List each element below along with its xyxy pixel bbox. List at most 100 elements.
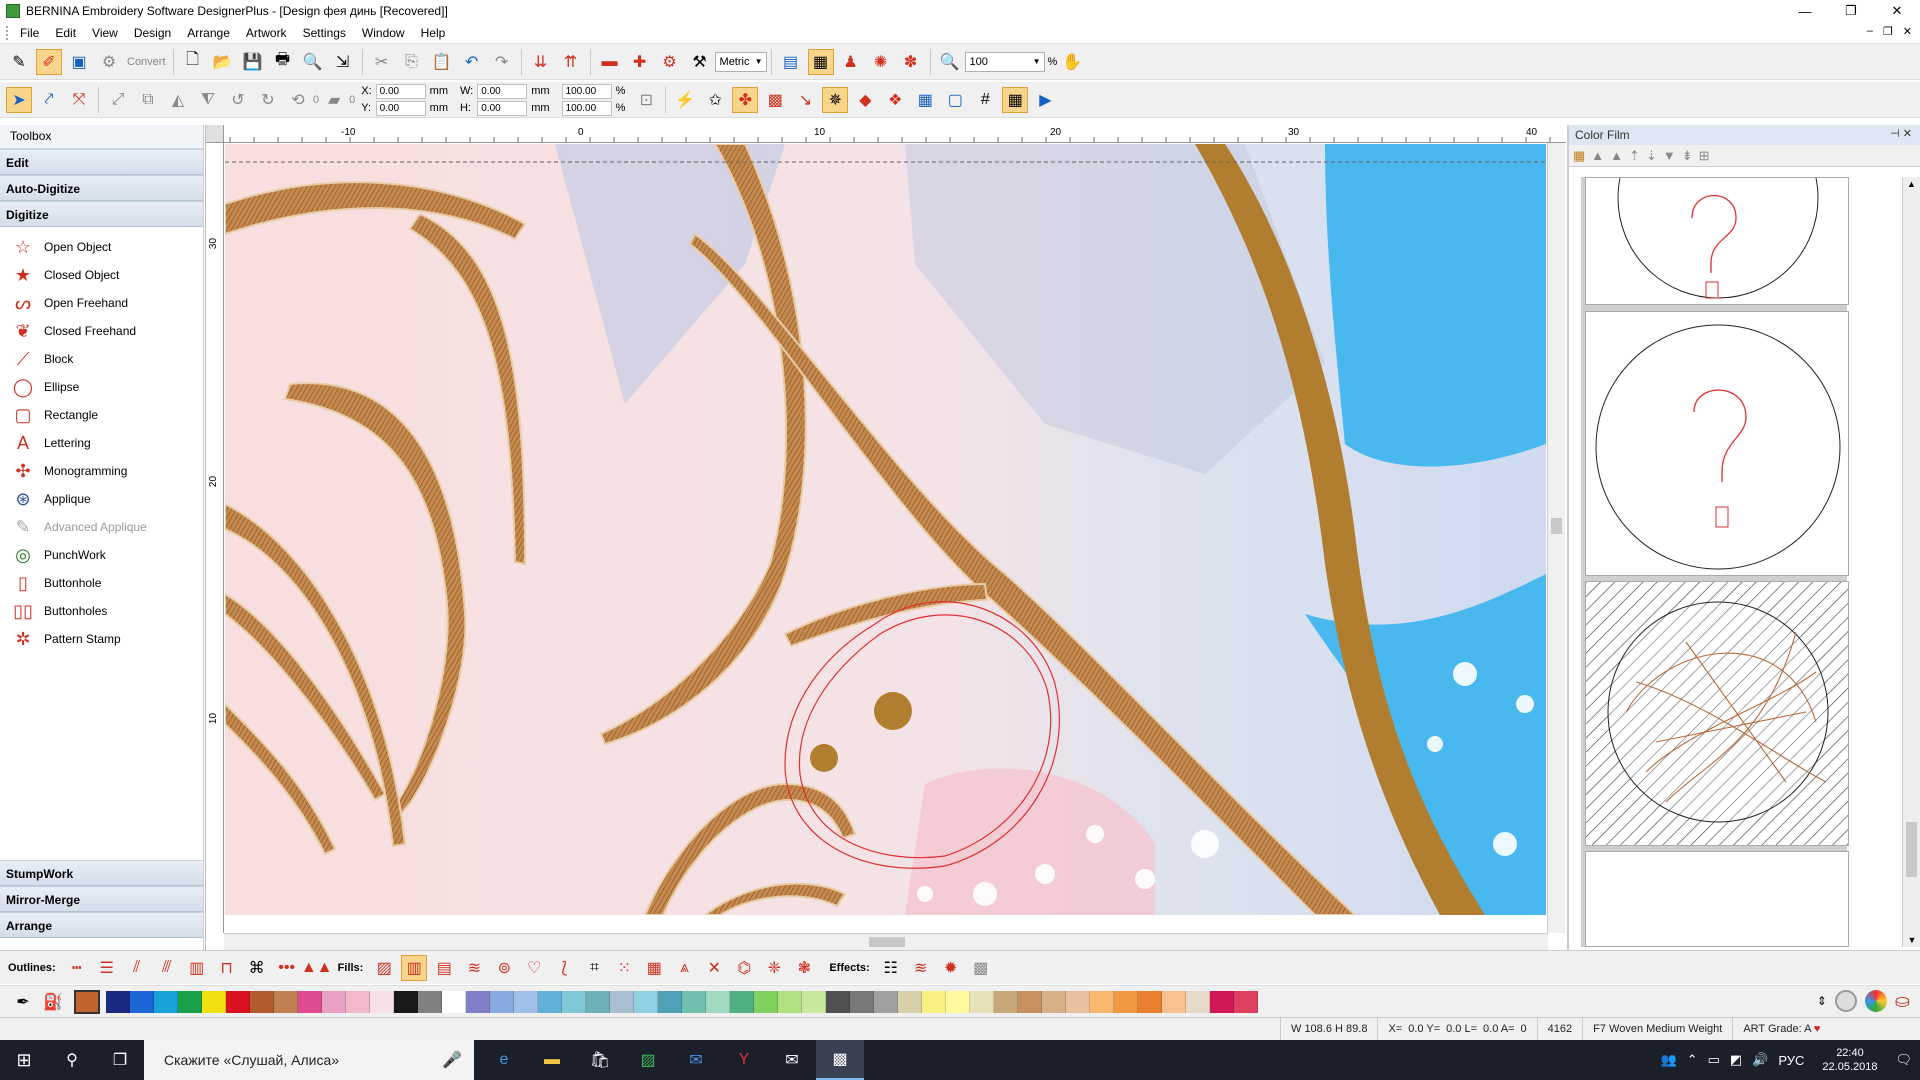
- color-swatch[interactable]: [274, 990, 298, 1013]
- edge-browser-icon[interactable]: e: [480, 1040, 528, 1080]
- copy-icon[interactable]: ⎘: [399, 49, 425, 75]
- skew-value[interactable]: 0: [349, 94, 355, 106]
- color-swatch[interactable]: [730, 990, 754, 1013]
- close-button[interactable]: ✕: [1874, 0, 1920, 22]
- units-select[interactable]: Metric ▼: [714, 51, 767, 72]
- move-down-icon[interactable]: ▼: [1663, 148, 1676, 163]
- color-swatch[interactable]: [178, 990, 202, 1013]
- language-indicator[interactable]: РУС: [1778, 1053, 1804, 1068]
- connector-icon[interactable]: ↘: [792, 87, 818, 113]
- redo-icon[interactable]: ↷: [489, 49, 515, 75]
- battery-icon[interactable]: ▭: [1708, 1052, 1720, 1068]
- fill-lace-icon[interactable]: ❃: [791, 955, 817, 981]
- tool-closed-freehand[interactable]: ❦ Closed Freehand: [0, 317, 203, 345]
- search-icon[interactable]: ⚲: [48, 1040, 96, 1080]
- move-bottom-icon[interactable]: ⇟: [1682, 148, 1693, 164]
- move-up-icon[interactable]: ▲: [1610, 148, 1623, 163]
- bernina-taskbar-icon[interactable]: ▩: [816, 1040, 864, 1080]
- tool-block[interactable]: ⟋ Block: [0, 345, 203, 373]
- rotate-right-icon[interactable]: ↻: [255, 87, 281, 113]
- color-swatch[interactable]: [1210, 990, 1234, 1013]
- embroidery-mode-icon[interactable]: ▣: [66, 49, 92, 75]
- artwork-mode-icon[interactable]: ✐: [36, 48, 62, 75]
- network-icon[interactable]: ◩: [1730, 1052, 1742, 1068]
- color-swatch[interactable]: [154, 990, 178, 1013]
- fill-pattern-icon[interactable]: ≋: [461, 955, 487, 981]
- volume-icon[interactable]: 🔊: [1752, 1052, 1768, 1068]
- move-down-step-icon[interactable]: ⇣: [1646, 148, 1657, 164]
- color-swatch[interactable]: [514, 990, 538, 1013]
- fill-heart-icon[interactable]: ♡: [521, 955, 547, 981]
- y-field[interactable]: 0.00: [375, 100, 426, 116]
- tool-buttonholes[interactable]: ▯▯ Buttonholes: [0, 597, 203, 625]
- color-swatch[interactable]: [1090, 990, 1114, 1013]
- fill-knot-icon[interactable]: ⌬: [731, 955, 757, 981]
- color-swatch[interactable]: [778, 990, 802, 1013]
- color-swatch[interactable]: [466, 990, 490, 1013]
- color-swatch[interactable]: [850, 990, 874, 1013]
- color-swatch[interactable]: [346, 990, 370, 1013]
- thread-chart-icon[interactable]: [1834, 990, 1857, 1012]
- color-swatch[interactable]: [826, 990, 850, 1013]
- color-swatch[interactable]: [538, 990, 562, 1013]
- show-artwork-icon[interactable]: ▤: [778, 49, 804, 75]
- mirror-v-icon[interactable]: ⧨: [195, 87, 221, 113]
- section-auto-digitize[interactable]: Auto-Digitize: [0, 175, 203, 201]
- color-swatch[interactable]: [130, 990, 154, 1013]
- x-field[interactable]: 0.00: [375, 83, 426, 99]
- horizontal-scroll-thumb[interactable]: [869, 937, 905, 947]
- color-objects-icon[interactable]: ◆: [852, 87, 878, 113]
- mirror-h-icon[interactable]: ◭: [165, 87, 191, 113]
- store-icon[interactable]: 🛍: [576, 1040, 624, 1080]
- minimize-button[interactable]: —: [1782, 0, 1828, 22]
- color-swatch[interactable]: [322, 990, 346, 1013]
- color-swatch[interactable]: [1162, 990, 1186, 1013]
- color-swatch[interactable]: [874, 990, 898, 1013]
- color-swatch[interactable]: [946, 990, 970, 1013]
- section-arrange[interactable]: Arrange: [0, 912, 203, 938]
- show-grid-dots-icon[interactable]: ▩: [762, 87, 788, 113]
- effect-gear-icon[interactable]: ✹: [938, 955, 964, 981]
- outline-e-stitch-icon[interactable]: ⊓: [214, 955, 240, 981]
- color-film-scrollbar[interactable]: ▲ ▼: [1902, 177, 1920, 947]
- outline-triple-icon[interactable]: ☰: [94, 955, 120, 981]
- clock[interactable]: 22:40 22.05.2018: [1822, 1046, 1877, 1074]
- rotate-value[interactable]: 0: [313, 94, 319, 106]
- color-swatch[interactable]: [610, 990, 634, 1013]
- menu-arrange[interactable]: Arrange: [179, 26, 238, 40]
- film-item[interactable]: [1585, 311, 1849, 576]
- eyedropper-icon[interactable]: ✒: [10, 989, 36, 1015]
- show-design-icon[interactable]: ▦: [807, 48, 834, 75]
- menu-settings[interactable]: Settings: [295, 26, 354, 40]
- color-swatch[interactable]: [250, 990, 274, 1013]
- grid-icon[interactable]: #: [972, 87, 998, 113]
- show-points-icon[interactable]: ✤: [732, 86, 759, 113]
- color-swatch[interactable]: [202, 990, 226, 1013]
- tool-rectangle[interactable]: ▢ Rectangle: [0, 401, 203, 429]
- color-swatch[interactable]: [586, 990, 610, 1013]
- cut-icon[interactable]: ✂: [369, 49, 395, 75]
- effect-texture-icon[interactable]: ▩: [968, 955, 994, 981]
- tool-ellipse[interactable]: ◯ Ellipse: [0, 373, 203, 401]
- select-arrow-icon[interactable]: ➤: [6, 86, 32, 113]
- design-view[interactable]: [225, 144, 1546, 915]
- menu-help[interactable]: Help: [413, 26, 454, 40]
- stitch-player-icon[interactable]: ▶: [1032, 87, 1058, 113]
- film-item[interactable]: [1585, 851, 1849, 947]
- color-swatch[interactable]: [1234, 990, 1258, 1013]
- print-preview-icon[interactable]: 🔍: [300, 49, 326, 75]
- color-swatch[interactable]: [1186, 990, 1210, 1013]
- grid-fill-icon[interactable]: ▦: [912, 87, 938, 113]
- menu-window[interactable]: Window: [354, 26, 413, 40]
- h-percent-field[interactable]: 100.00: [561, 100, 612, 116]
- paste-icon[interactable]: 📋: [429, 49, 455, 75]
- yandex-browser-icon[interactable]: Y: [720, 1040, 768, 1080]
- pin-close-icon[interactable]: ⊣ ✕: [1890, 127, 1912, 140]
- mdi-restore-button[interactable]: ❐: [1883, 25, 1893, 38]
- color-swatch[interactable]: [658, 990, 682, 1013]
- film-item[interactable]: [1585, 177, 1849, 305]
- tool-closed-object[interactable]: ★ Closed Object: [0, 261, 203, 289]
- reshape-icon[interactable]: ⤤: [36, 87, 62, 113]
- stitch-angle-icon[interactable]: ⚡: [672, 87, 698, 113]
- file-explorer-icon[interactable]: ▬: [528, 1040, 576, 1080]
